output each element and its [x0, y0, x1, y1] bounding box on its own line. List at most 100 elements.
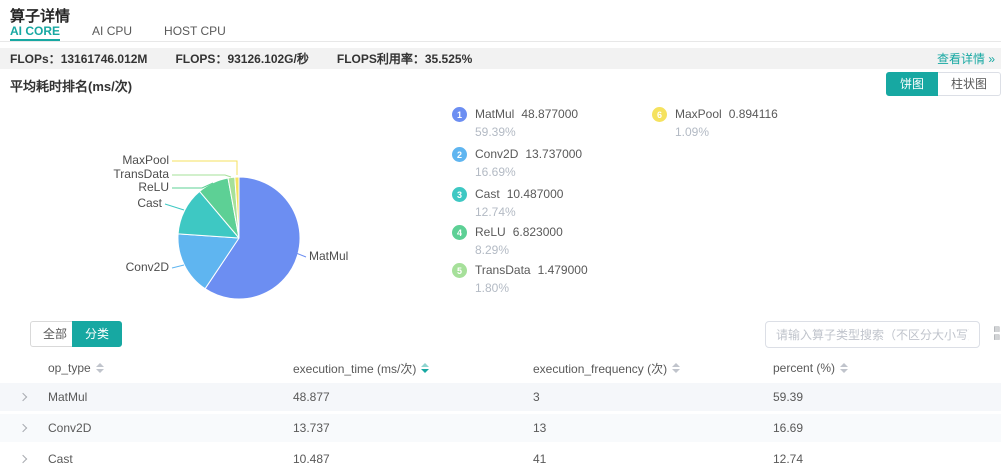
flops-utilization: FLOPS利用率：35.525%: [337, 50, 472, 67]
pie-label-matmul: MatMul: [309, 249, 348, 263]
tab-host-cpu[interactable]: HOST CPU: [164, 24, 226, 41]
legend-value: 48.877000: [521, 107, 578, 121]
column-header-percent[interactable]: percent (%): [773, 361, 1001, 375]
legend-value: 13.737000: [525, 147, 582, 161]
legend-name: ReLU: [475, 225, 506, 239]
page-title: 算子详情: [10, 5, 70, 26]
flops-rate-value: 93126.102G/秒: [227, 52, 308, 66]
pie-label-transdata: TransData: [113, 167, 169, 181]
list-glyph: ▤: [993, 326, 1000, 333]
cell-execution-time: 13.737: [293, 421, 533, 435]
pie-chart[interactable]: MatMul Conv2D Cast ReLUTransDataMaxPool: [0, 95, 460, 318]
flops-total-label: FLOPs：: [10, 52, 61, 66]
legend-rank-badge: 5: [452, 263, 467, 278]
flops-utilization-value: 35.525%: [425, 52, 472, 66]
legend-name: MaxPool: [675, 107, 722, 121]
pie-label-maxpool: MaxPool: [122, 153, 169, 167]
legend-value: 0.894116: [729, 107, 778, 121]
core-tabbar: AI CORE AI CPU HOST CPU: [0, 24, 1001, 42]
operator-details-page: 算子详情 AI CORE AI CPU HOST CPU FLOPs：13161…: [0, 0, 1001, 464]
legend-rank-badge: 1: [452, 107, 467, 122]
legend-text: TransData1.479000 1.80%: [475, 263, 588, 295]
legend-name: TransData: [475, 263, 531, 277]
legend-name: MatMul: [475, 107, 514, 121]
pie-label-line-conv2d: [172, 265, 184, 268]
column-header-execution-frequency[interactable]: execution_frequency (次): [533, 360, 773, 377]
legend-percent: 1.09%: [675, 125, 778, 139]
expand-row-button[interactable]: [0, 456, 48, 462]
cell-percent: 16.69: [773, 421, 1001, 435]
column-label: percent (%): [773, 361, 835, 375]
cell-percent: 59.39: [773, 390, 1001, 404]
legend-item-relu: 4 ReLU 6.823000 8.29%: [452, 225, 563, 257]
legend-item-transdata: 5 TransData1.479000 1.80%: [452, 263, 588, 295]
table-row-conv2d[interactable]: Conv2D 13.737 13 16.69: [0, 414, 1001, 442]
column-settings-icon[interactable]: ▤▤: [993, 326, 1000, 341]
list-glyph: ▤: [993, 334, 1000, 341]
sort-icon[interactable]: [672, 363, 680, 373]
sort-icon[interactable]: [840, 363, 848, 373]
tab-ai-core[interactable]: AI CORE: [10, 24, 60, 41]
legend-text: Conv2D13.737000 16.69%: [475, 147, 582, 179]
legend-percent: 59.39%: [475, 125, 578, 139]
legend-text: ReLU 6.823000 8.29%: [475, 225, 563, 257]
column-label: op_type: [48, 361, 91, 375]
pie-label-conv2d: Conv2D: [126, 260, 170, 274]
cell-execution-frequency: 13: [533, 421, 773, 435]
pie-label-line-cast: [165, 204, 184, 210]
cell-execution-time: 48.877: [293, 390, 533, 404]
chart-section-title: 平均耗时排名(ms/次): [10, 76, 132, 95]
tab-ai-cpu[interactable]: AI CPU: [92, 24, 132, 41]
operator-search-input[interactable]: [765, 321, 980, 348]
filter-category-button[interactable]: 分类: [72, 321, 122, 347]
view-details-link[interactable]: 查看详情 »: [937, 50, 995, 67]
legend-text: MatMul 48.877000 59.39%: [475, 107, 578, 139]
legend-rank-badge: 4: [452, 225, 467, 240]
column-label: execution_frequency (次): [533, 360, 667, 377]
expand-row-button[interactable]: [0, 394, 48, 400]
flops-rate-label: FLOPS：: [175, 52, 227, 66]
expand-row-button[interactable]: [0, 425, 48, 431]
legend-value: 1.479000: [538, 263, 588, 277]
legend-name: Conv2D: [475, 147, 518, 161]
column-header-op-type[interactable]: op_type: [48, 361, 293, 375]
chevron-right-icon: [19, 455, 27, 463]
pie-label-line-maxpool: [172, 161, 237, 175]
legend-text: MaxPool 0.894116 1.09%: [675, 107, 778, 139]
flops-total: FLOPs：13161746.012M: [10, 50, 147, 67]
cell-execution-frequency: 41: [533, 452, 773, 464]
table-body: MatMul 48.877 3 59.39 Conv2D 13.737 13 1…: [0, 383, 1001, 464]
cell-execution-frequency: 3: [533, 390, 773, 404]
column-header-execution-time[interactable]: execution_time (ms/次): [293, 360, 533, 377]
column-label: execution_time (ms/次): [293, 360, 416, 377]
pie-chart-area: MatMulConv2DCastReLUTransDataMaxPool 1 M…: [0, 95, 1001, 318]
table-row-cast[interactable]: Cast 10.487 41 12.74: [0, 445, 1001, 464]
legend-item-matmul: 1 MatMul 48.877000 59.39%: [452, 107, 578, 139]
flops-rate: FLOPS：93126.102G/秒: [175, 50, 308, 67]
legend-rank-badge: 3: [452, 187, 467, 202]
legend-percent: 8.29%: [475, 243, 563, 257]
pie-label-relu: ReLU: [138, 180, 169, 194]
cell-op-type: Conv2D: [48, 421, 293, 435]
legend-value: 10.487000: [507, 187, 564, 201]
chevron-right-icon: [19, 424, 27, 432]
sort-icon[interactable]: [96, 363, 104, 373]
sort-icon-active[interactable]: [421, 363, 429, 373]
chevron-right-icon: [19, 393, 27, 401]
legend-rank-badge: 6: [652, 107, 667, 122]
pie-label-line-transdata: [172, 175, 231, 177]
flops-summary-bar: FLOPs：13161746.012M FLOPS：93126.102G/秒 F…: [0, 48, 1001, 69]
cell-percent: 12.74: [773, 452, 1001, 464]
flops-utilization-label: FLOPS利用率：: [337, 52, 425, 66]
pie-label-cast: Cast: [137, 196, 162, 210]
pie-view-button[interactable]: 饼图: [886, 72, 938, 96]
table-header-row: op_type execution_time (ms/次) execution_…: [0, 355, 1001, 381]
table-row-matmul[interactable]: MatMul 48.877 3 59.39: [0, 383, 1001, 411]
legend-text: Cast10.487000 12.74%: [475, 187, 563, 219]
bar-view-button[interactable]: 柱状图: [938, 72, 1001, 96]
flops-total-value: 13161746.012M: [61, 52, 148, 66]
cell-op-type: Cast: [48, 452, 293, 464]
legend-name: Cast: [475, 187, 500, 201]
legend-item-maxpool: 6 MaxPool 0.894116 1.09%: [652, 107, 778, 139]
legend-value: 6.823000: [513, 225, 563, 239]
